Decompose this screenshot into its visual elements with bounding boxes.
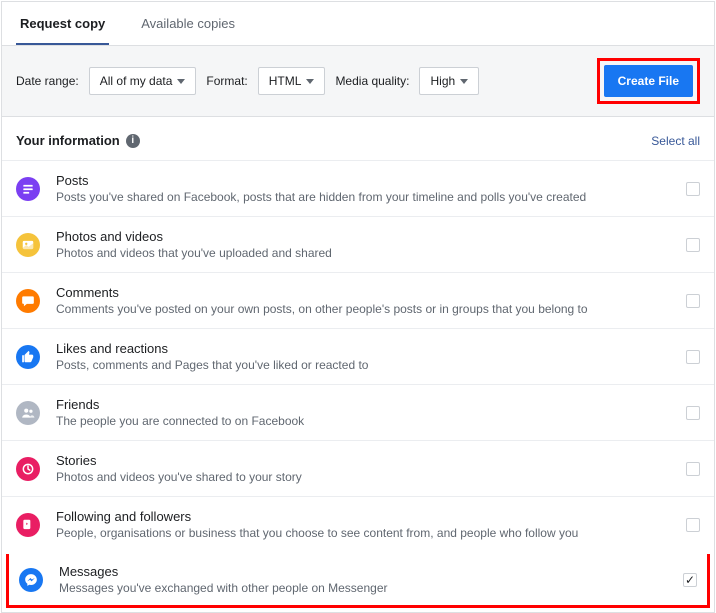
item-title: Following and followers — [56, 509, 674, 524]
like-icon — [16, 345, 40, 369]
create-file-highlight: Create File — [597, 58, 700, 104]
item-body: Messages Messages you've exchanged with … — [59, 564, 671, 595]
controls-bar: Date range: All of my data Format: HTML … — [2, 46, 714, 117]
media-quality-value: High — [430, 74, 455, 88]
caret-icon — [306, 79, 314, 84]
list-item[interactable]: Friends The people you are connected to … — [2, 384, 714, 440]
item-title: Likes and reactions — [56, 341, 674, 356]
tabs: Request copy Available copies — [2, 2, 714, 46]
item-title: Stories — [56, 453, 674, 468]
media-quality-dropdown[interactable]: High — [419, 67, 479, 95]
item-desc: Messages you've exchanged with other peo… — [59, 581, 671, 595]
format-label: Format: — [206, 74, 247, 88]
format-value: HTML — [269, 74, 302, 88]
caret-icon — [177, 79, 185, 84]
item-title: Photos and videos — [56, 229, 674, 244]
photos-icon — [16, 233, 40, 257]
posts-icon — [16, 177, 40, 201]
list-item[interactable]: Likes and reactions Posts, comments and … — [2, 328, 714, 384]
item-body: Comments Comments you've posted on your … — [56, 285, 674, 316]
date-range-value: All of my data — [100, 74, 173, 88]
items-list: Posts Posts you've shared on Facebook, p… — [2, 160, 714, 608]
item-checkbox[interactable] — [686, 182, 700, 196]
item-checkbox[interactable] — [686, 294, 700, 308]
list-item[interactable]: Photos and videos Photos and videos that… — [2, 216, 714, 272]
list-item[interactable]: Following and followers People, organisa… — [2, 496, 714, 552]
item-body: Friends The people you are connected to … — [56, 397, 674, 428]
item-title: Comments — [56, 285, 674, 300]
section-header: Your information i Select all — [2, 117, 714, 160]
tab-request-copy[interactable]: Request copy — [16, 2, 109, 45]
item-desc: Photos and videos that you've uploaded a… — [56, 246, 674, 260]
media-quality-label: Media quality: — [335, 74, 409, 88]
item-body: Photos and videos Photos and videos that… — [56, 229, 674, 260]
item-desc: Comments you've posted on your own posts… — [56, 302, 674, 316]
list-item[interactable]: Comments Comments you've posted on your … — [2, 272, 714, 328]
stories-icon — [16, 457, 40, 481]
caret-icon — [460, 79, 468, 84]
item-title: Posts — [56, 173, 674, 188]
item-desc: Posts, comments and Pages that you've li… — [56, 358, 674, 372]
item-body: Posts Posts you've shared on Facebook, p… — [56, 173, 674, 204]
item-desc: The people you are connected to on Faceb… — [56, 414, 674, 428]
item-body: Stories Photos and videos you've shared … — [56, 453, 674, 484]
section-title: Your information — [16, 133, 120, 148]
date-range-label: Date range: — [16, 74, 79, 88]
select-all-link[interactable]: Select all — [651, 134, 700, 148]
item-checkbox[interactable] — [683, 573, 697, 587]
item-desc: Photos and videos you've shared to your … — [56, 470, 674, 484]
following-icon — [16, 513, 40, 537]
date-range-dropdown[interactable]: All of my data — [89, 67, 197, 95]
item-checkbox[interactable] — [686, 350, 700, 364]
item-checkbox[interactable] — [686, 406, 700, 420]
comments-icon — [16, 289, 40, 313]
item-checkbox[interactable] — [686, 238, 700, 252]
tab-available-copies[interactable]: Available copies — [137, 2, 239, 45]
list-item[interactable]: Posts Posts you've shared on Facebook, p… — [2, 160, 714, 216]
item-title: Friends — [56, 397, 674, 412]
list-item[interactable]: Messages Messages you've exchanged with … — [6, 554, 710, 608]
friends-icon — [16, 401, 40, 425]
format-dropdown[interactable]: HTML — [258, 67, 326, 95]
list-item[interactable]: Stories Photos and videos you've shared … — [2, 440, 714, 496]
item-body: Following and followers People, organisa… — [56, 509, 674, 540]
create-file-button[interactable]: Create File — [604, 65, 693, 97]
item-body: Likes and reactions Posts, comments and … — [56, 341, 674, 372]
item-desc: Posts you've shared on Facebook, posts t… — [56, 190, 674, 204]
messenger-icon — [19, 568, 43, 592]
item-checkbox[interactable] — [686, 462, 700, 476]
item-checkbox[interactable] — [686, 518, 700, 532]
item-desc: People, organisations or business that y… — [56, 526, 674, 540]
info-icon[interactable]: i — [126, 134, 140, 148]
item-title: Messages — [59, 564, 671, 579]
